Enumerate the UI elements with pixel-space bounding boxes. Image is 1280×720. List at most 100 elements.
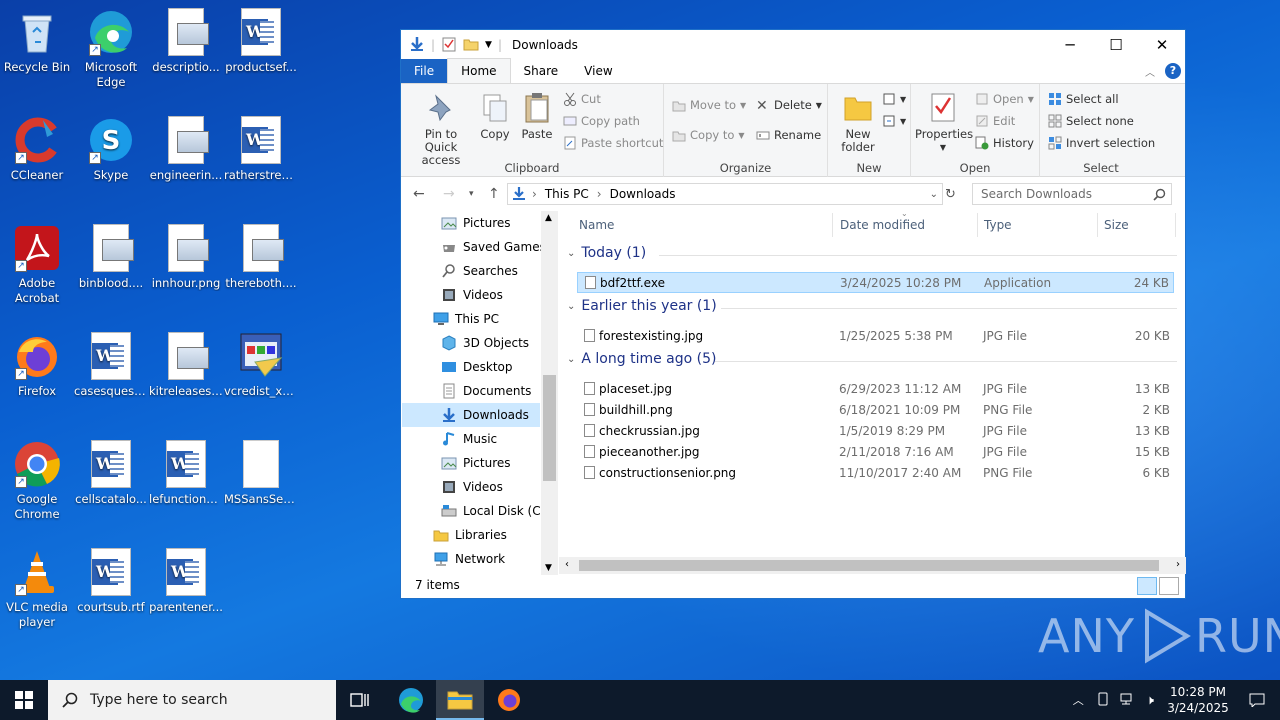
column-divider[interactable]	[832, 213, 833, 237]
scroll-left-chevron-icon[interactable]: ‹	[565, 559, 569, 570]
up-arrow-icon[interactable]: ↑	[488, 186, 500, 202]
nav-item-downloads[interactable]: Downloads	[402, 403, 540, 427]
copy-to-button[interactable]: Copy to ▼	[672, 128, 745, 142]
cut-button[interactable]: Cut	[563, 92, 601, 106]
tab-view[interactable]: View	[571, 59, 625, 83]
desktop-icon-file[interactable]: W casesquest...	[74, 332, 148, 399]
forward-arrow-icon[interactable]: →	[443, 186, 455, 202]
nav-item-desktop[interactable]: Desktop	[441, 355, 513, 379]
maximize-button[interactable]: ☐	[1093, 30, 1139, 60]
column-divider[interactable]	[977, 213, 978, 237]
navigation-scrollbar[interactable]: ▲ ▼	[541, 211, 558, 575]
address-bar[interactable]: › This PC › Downloads ⌄	[507, 183, 943, 205]
edit-button[interactable]: Edit	[975, 114, 1015, 128]
nav-item-this-pc[interactable]: This PC	[433, 307, 499, 331]
tab-share[interactable]: Share	[511, 59, 572, 83]
column-header-date[interactable]: Date modified	[840, 211, 925, 239]
device-icon[interactable]	[1096, 692, 1110, 709]
copy-path-button[interactable]: Copy path	[563, 114, 640, 128]
ribbon-collapse-chevron-icon[interactable]: ︿	[1145, 64, 1155, 79]
nav-item-local-disk[interactable]: Local Disk (C:)	[441, 499, 549, 523]
column-header-type[interactable]: Type	[984, 211, 1012, 239]
nav-item-searches[interactable]: Searches	[441, 259, 518, 283]
nav-item-pictures[interactable]: Pictures	[441, 211, 511, 235]
nav-item-pictures[interactable]: Pictures	[441, 451, 511, 475]
taskbar-edge-button[interactable]	[387, 680, 435, 720]
desktop-icon-file[interactable]: MSSansSeri...	[224, 440, 298, 507]
horizontal-scrollbar[interactable]: ‹ ›	[559, 557, 1186, 574]
nav-item-documents[interactable]: Documents	[441, 379, 531, 403]
download-arrow-icon[interactable]	[409, 36, 425, 55]
file-row[interactable]: buildhill.png 6/18/2021 10:09 PM PNG Fil…	[577, 399, 1174, 420]
file-row[interactable]: constructionsenior.png 11/10/2017 2:40 A…	[577, 462, 1174, 483]
volume-icon[interactable]: 🕨	[1146, 693, 1154, 708]
group-header-today[interactable]: ⌄ Today (1)	[567, 245, 1177, 261]
desktop-icon-file[interactable]: W productsef...	[224, 8, 298, 75]
notification-icon[interactable]	[1234, 693, 1280, 707]
show-hidden-icons-chevron-icon[interactable]: ︿	[1073, 692, 1084, 708]
properties-button[interactable]: Properties ▼	[915, 92, 973, 154]
desktop-icon-vlc[interactable]: ↗ VLC media player	[0, 548, 74, 630]
customize-chevron-down-icon[interactable]: ▼	[485, 40, 492, 50]
scroll-up-chevron-icon[interactable]: ▲	[545, 213, 552, 223]
nav-item-videos[interactable]: Videos	[441, 475, 503, 499]
nav-item-music[interactable]: Music	[441, 427, 497, 451]
delete-button[interactable]: ✕ Delete ▼	[756, 98, 822, 114]
help-icon[interactable]: ?	[1165, 63, 1181, 79]
desktop-icon-file[interactable]: W courtsub.rtf	[74, 548, 148, 615]
desktop-icon-firefox[interactable]: ↗ Firefox	[0, 332, 74, 399]
desktop-icon-file[interactable]: engineerin...	[149, 116, 223, 183]
new-folder-icon[interactable]	[463, 36, 479, 55]
start-button[interactable]	[0, 680, 48, 720]
close-button[interactable]: ✕	[1139, 30, 1185, 60]
clock[interactable]: 10:28 PM 3/24/2025	[1162, 684, 1234, 716]
tab-file[interactable]: File	[401, 59, 448, 83]
scroll-down-chevron-icon[interactable]: ▼	[545, 563, 552, 573]
move-to-button[interactable]: Move to ▼	[672, 98, 746, 112]
desktop-icon-file[interactable]: innhour.png	[149, 224, 223, 291]
desktop-icon-file[interactable]: binblood....	[74, 224, 148, 291]
new-item-button[interactable]: ▼	[882, 92, 906, 106]
network-icon[interactable]	[1120, 692, 1136, 709]
pin-quick-access-button[interactable]: Pin to Quick access	[407, 92, 475, 167]
breadcrumb-downloads[interactable]: Downloads	[610, 187, 676, 201]
column-divider[interactable]	[1097, 213, 1098, 237]
desktop-icon-recycle-bin[interactable]: Recycle Bin	[0, 8, 74, 75]
desktop-icon-skype[interactable]: S ↗ Skype	[74, 116, 148, 183]
address-dropdown-chevron-icon[interactable]: ⌄	[930, 189, 938, 200]
details-view-icon[interactable]	[1137, 577, 1157, 595]
desktop-icon-file[interactable]: vcredist_x6...	[224, 332, 298, 399]
copy-button[interactable]: Copy	[479, 92, 511, 141]
desktop-icon-file[interactable]: W parentener...	[149, 548, 223, 615]
nav-item-network[interactable]: Network	[433, 547, 505, 571]
file-row[interactable]: pieceanother.jpg 2/11/2018 7:16 AM JPG F…	[577, 441, 1174, 462]
properties-check-icon[interactable]	[441, 36, 457, 55]
open-button[interactable]: Open ▼	[975, 92, 1034, 106]
desktop-icon-file[interactable]: kitreleases....	[149, 332, 223, 399]
file-row[interactable]: placeset.jpg 6/29/2023 11:12 AM JPG File…	[577, 378, 1174, 399]
group-header-a-long-time-ago[interactable]: ⌄ A long time ago (5)	[567, 351, 1177, 367]
search-input[interactable]: Search Downloads	[972, 183, 1172, 205]
nav-item-saved-games[interactable]: Saved Games	[441, 235, 546, 259]
desktop-icon-acrobat[interactable]: ↗ Adobe Acrobat	[0, 224, 74, 306]
column-divider[interactable]	[1175, 213, 1176, 237]
file-row[interactable]: bdf2ttf.exe 3/24/2025 10:28 PM Applicati…	[577, 272, 1174, 293]
select-none-button[interactable]: Select none	[1048, 114, 1134, 128]
history-button[interactable]: History	[975, 136, 1034, 150]
scroll-thumb[interactable]	[543, 375, 556, 481]
desktop-icon-file[interactable]: descriptio...	[149, 8, 223, 75]
desktop-icon-edge[interactable]: ↗ Microsoft Edge	[74, 8, 148, 90]
desktop-icon-file[interactable]: thereboth....	[224, 224, 298, 291]
file-row[interactable]: forestexisting.jpg 1/25/2025 5:38 PM JPG…	[577, 325, 1174, 346]
refresh-icon[interactable]: ↻	[945, 187, 956, 202]
column-header-name[interactable]: Name	[579, 211, 614, 239]
rename-button[interactable]: Rename	[756, 128, 821, 142]
desktop-icon-ccleaner[interactable]: ↗ CCleaner	[0, 116, 74, 183]
minimize-button[interactable]: ─	[1047, 30, 1093, 60]
tab-home[interactable]: Home	[447, 58, 511, 83]
desktop-icon-file[interactable]: W ratherstreet...	[224, 116, 298, 183]
desktop-icon-file[interactable]: W lefunctiona...	[149, 440, 223, 507]
scroll-thumb[interactable]	[579, 560, 1159, 571]
new-folder-button[interactable]: New folder	[840, 92, 876, 154]
scroll-right-chevron-icon[interactable]: ›	[1176, 559, 1180, 570]
